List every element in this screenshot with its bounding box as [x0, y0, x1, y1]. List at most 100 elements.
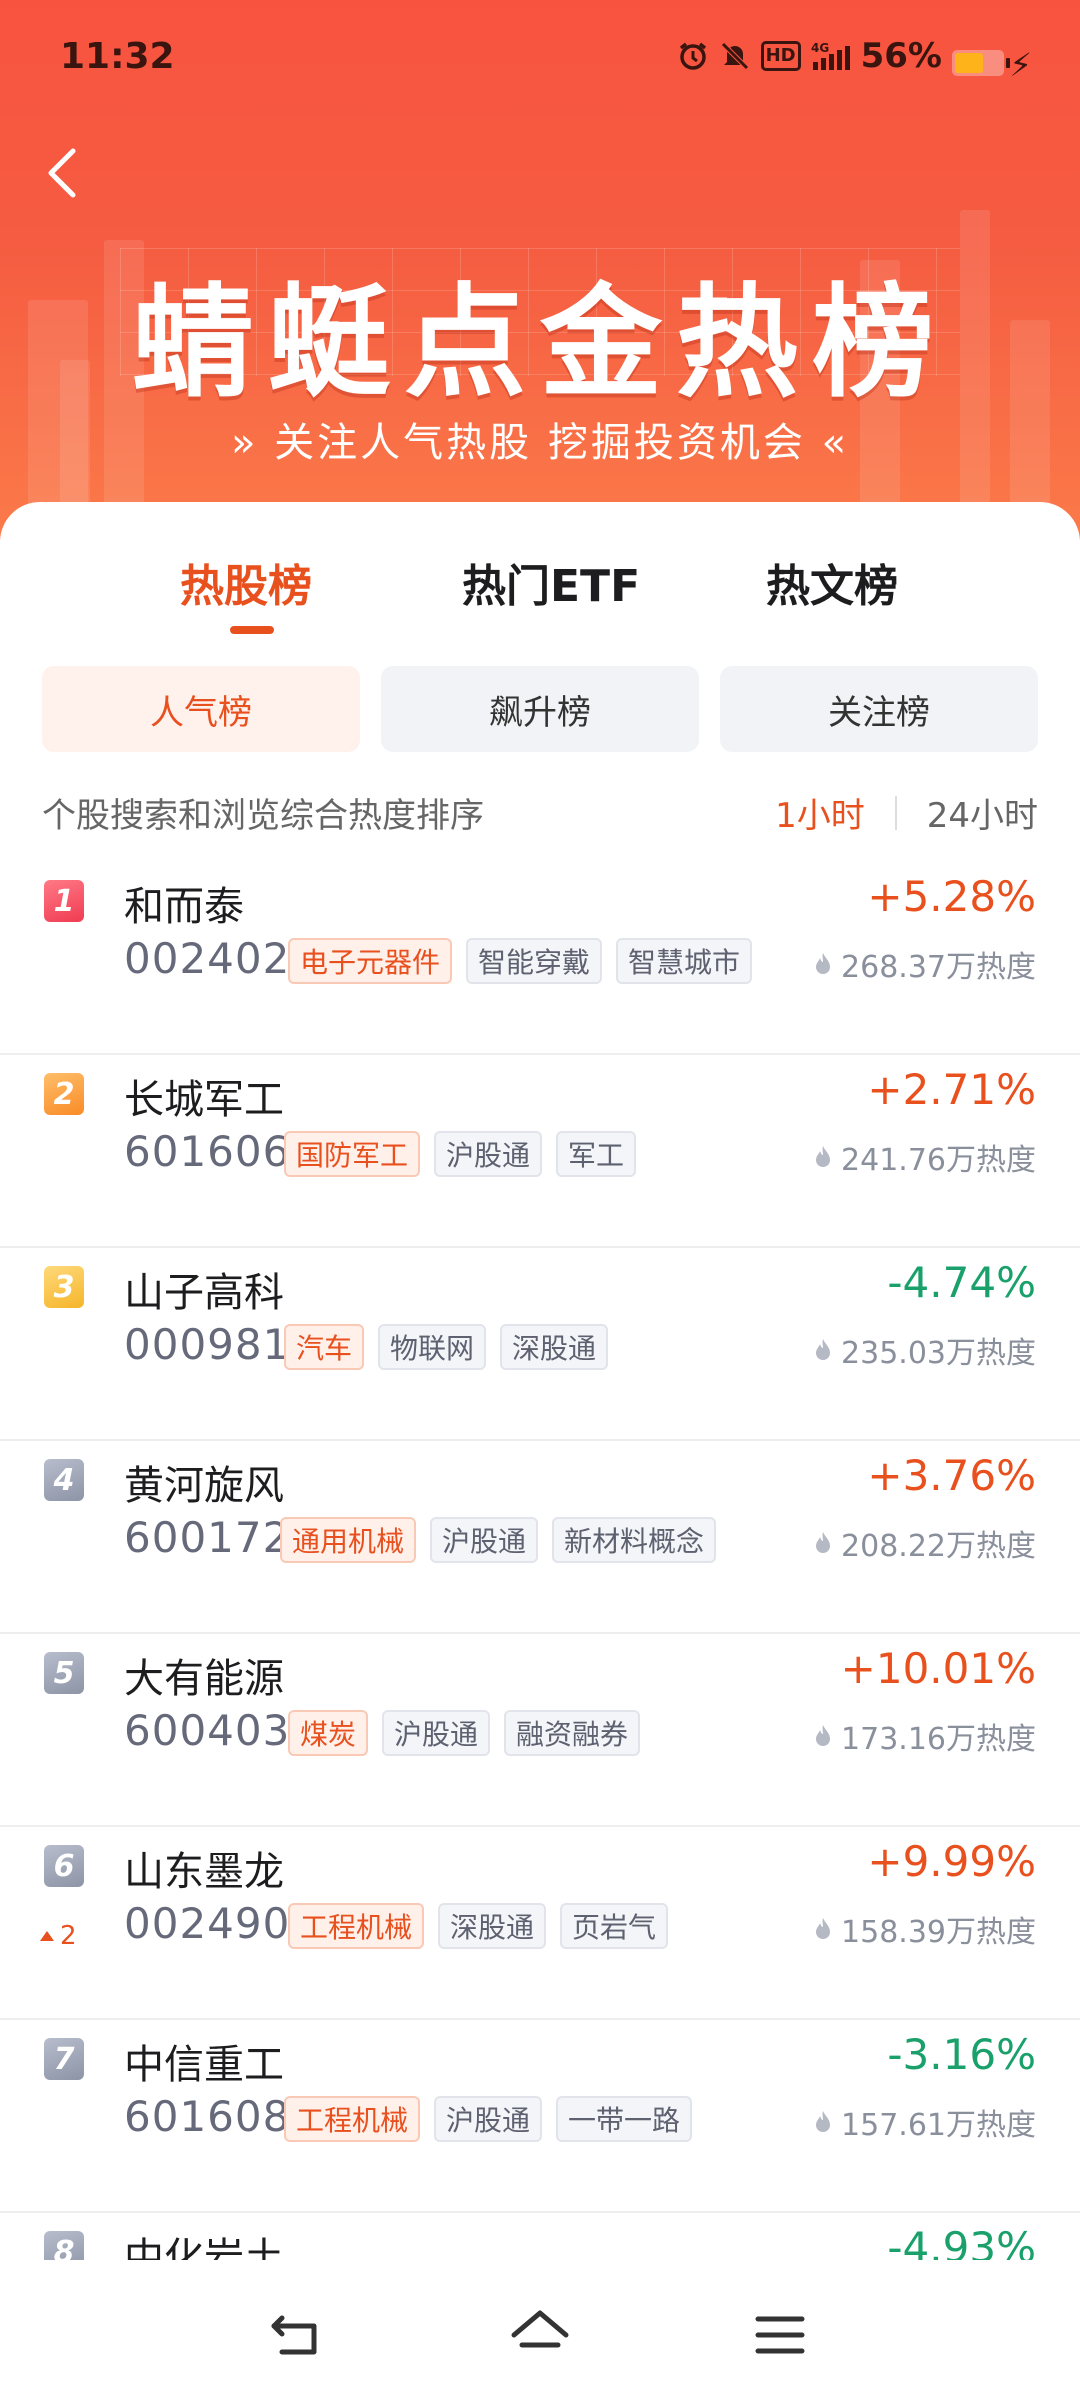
- home-icon: [511, 2310, 569, 2348]
- stock-tags: 工程机械 沪股通 一带一路: [284, 2096, 693, 2142]
- battery-percent: 56%: [860, 36, 942, 76]
- status-icons: HD 4G 56%: [677, 36, 942, 76]
- heat-value: 208.22万热度: [813, 1521, 1036, 1565]
- heat-text: 157.61万热度: [841, 2108, 1036, 2143]
- industry-tag[interactable]: 国防军工: [284, 1131, 421, 1177]
- price-change: +2.71%: [867, 1065, 1036, 1114]
- heat-value: 158.39万热度: [813, 1907, 1036, 1951]
- concept-tag[interactable]: 页岩气: [560, 1903, 669, 1949]
- concept-tag[interactable]: 沪股通: [382, 1710, 491, 1756]
- stock-row[interactable]: 7 中信重工 601608 工程机械 沪股通 一带一路 -3.16% 157.61万热度: [0, 2020, 1080, 2213]
- subtab-rising[interactable]: 飙升榜: [381, 666, 699, 752]
- tab-hot-etf[interactable]: 热门ETF: [462, 550, 640, 614]
- concept-tag[interactable]: 深股通: [438, 1903, 547, 1949]
- back-button[interactable]: [28, 138, 98, 208]
- flame-icon: [816, 1146, 831, 1167]
- concept-tag[interactable]: 智慧城市: [616, 938, 753, 984]
- ranking-description-row: 个股搜索和浏览综合热度排序 1小时 24小时: [42, 788, 1038, 838]
- heat-text: 173.16万热度: [841, 1722, 1036, 1757]
- concept-tag[interactable]: 沪股通: [430, 1517, 539, 1563]
- rank-badge: 5: [44, 1652, 84, 1694]
- stock-code: 000981: [124, 1320, 291, 1369]
- rank-change-indicator: 2: [40, 1921, 77, 1951]
- stock-row[interactable]: 6 2 山东墨龙 002490 工程机械 深股通 页岩气 +9.99% 158.39万热度: [0, 1827, 1080, 2020]
- heat-value: 173.16万热度: [813, 1714, 1036, 1758]
- stock-row[interactable]: 4 黄河旋风 600172 通用机械 沪股通 新材料概念 +3.76% 208.22万热度: [0, 1441, 1080, 1634]
- rank-badge: 6: [44, 1845, 84, 1887]
- price-change: -3.16%: [887, 2030, 1036, 2079]
- industry-tag[interactable]: 电子元器件: [288, 938, 453, 984]
- subtab-watch[interactable]: 关注榜: [720, 666, 1038, 752]
- rank-badge: 2: [44, 1073, 84, 1115]
- industry-tag[interactable]: 工程机械: [288, 1903, 425, 1949]
- heat-value: 268.37万热度: [813, 942, 1036, 986]
- concept-tag[interactable]: 智能穿戴: [466, 938, 603, 984]
- price-change: +3.76%: [867, 1451, 1036, 1500]
- nav-back-button[interactable]: [258, 2300, 338, 2370]
- nav-menu-button[interactable]: [740, 2300, 820, 2370]
- concept-tag[interactable]: 沪股通: [434, 1131, 543, 1177]
- rank-change-value: 2: [60, 1921, 77, 1951]
- banner-title: 蜻蜓点金热榜: [132, 272, 948, 414]
- stock-tags: 工程机械 深股通 页岩气: [288, 1903, 669, 1949]
- heat-text: 208.22万热度: [841, 1529, 1036, 1564]
- charging-icon: ⚡: [1009, 46, 1032, 84]
- sub-tabs: 人气榜 飙升榜 关注榜: [42, 666, 1038, 752]
- concept-tag[interactable]: 军工: [556, 1131, 637, 1177]
- industry-tag[interactable]: 工程机械: [284, 2096, 421, 2142]
- status-time: 11:32: [60, 36, 175, 77]
- stock-code: 601608: [124, 2092, 291, 2141]
- industry-tag[interactable]: 汽车: [284, 1324, 365, 1370]
- tab-hot-articles[interactable]: 热文榜: [766, 550, 898, 614]
- concept-tag[interactable]: 新材料概念: [552, 1517, 717, 1563]
- time-option-1h[interactable]: 1小时: [775, 788, 865, 837]
- stock-code: 601606: [124, 1127, 291, 1176]
- signal-icon: 4G: [811, 40, 851, 72]
- price-change: +5.28%: [867, 872, 1036, 921]
- stock-code: 600403: [124, 1706, 291, 1755]
- stock-tags: 汽车 物联网 深股通: [284, 1324, 609, 1370]
- heat-value: 157.61万热度: [813, 2100, 1036, 2144]
- rank-badge: 7: [44, 2038, 84, 2080]
- rank-badge: 3: [44, 1266, 84, 1308]
- alarm-icon: [677, 40, 709, 72]
- header-banner: 11:32 HD 4G 56% ⚡ 蜻蜓点金热榜 » 关注人气热股 挖掘投资机会…: [0, 0, 1080, 540]
- system-nav-bar: [0, 2260, 1080, 2408]
- flame-icon: [816, 2111, 831, 2132]
- flame-icon: [816, 1532, 831, 1553]
- heat-value: 241.76万热度: [813, 1135, 1036, 1179]
- price-change: +9.99%: [867, 1837, 1036, 1886]
- price-change: +10.01%: [840, 1644, 1036, 1693]
- concept-tag[interactable]: 融资融券: [504, 1710, 641, 1756]
- nav-home-button[interactable]: [500, 2300, 580, 2370]
- concept-tag[interactable]: 物联网: [378, 1324, 487, 1370]
- stock-tags: 煤炭 沪股通 融资融券: [288, 1710, 641, 1756]
- stock-row[interactable]: 2 长城军工 601606 国防军工 沪股通 军工 +2.71% 241.76万热度: [0, 1055, 1080, 1248]
- concept-tag[interactable]: 深股通: [500, 1324, 609, 1370]
- banner-subtitle: » 关注人气热股 挖掘投资机会 «: [230, 420, 850, 466]
- concept-tag[interactable]: 沪股通: [434, 2096, 543, 2142]
- price-change: -4.74%: [887, 1258, 1036, 1307]
- stock-name: 和而泰: [124, 884, 244, 930]
- industry-tag[interactable]: 通用机械: [280, 1517, 417, 1563]
- flame-icon: [816, 1725, 831, 1746]
- stock-code: 002402: [124, 934, 291, 983]
- status-bar: 11:32 HD 4G 56% ⚡: [0, 0, 1080, 120]
- stock-tags: 电子元器件 智能穿戴 智慧城市: [288, 938, 753, 984]
- stock-name: 山东墨龙: [124, 1849, 284, 1895]
- arrow-up-icon: [40, 1931, 54, 1941]
- subtab-popularity[interactable]: 人气榜: [42, 666, 360, 752]
- time-option-24h[interactable]: 24小时: [927, 788, 1038, 837]
- menu-icon: [755, 2316, 805, 2354]
- chevron-left-icon: [48, 148, 76, 198]
- hd-icon: HD: [760, 41, 801, 71]
- stock-row[interactable]: 1 和而泰 002402 电子元器件 智能穿戴 智慧城市 +5.28% 268.37万热度: [0, 862, 1080, 1055]
- industry-tag[interactable]: 煤炭: [288, 1710, 369, 1756]
- stock-row[interactable]: 3 山子高科 000981 汽车 物联网 深股通 -4.74% 235.03万热度: [0, 1248, 1080, 1441]
- heat-text: 241.76万热度: [841, 1143, 1036, 1178]
- concept-tag[interactable]: 一带一路: [556, 2096, 693, 2142]
- tab-hot-stocks[interactable]: 热股榜: [180, 550, 312, 614]
- flame-icon: [816, 1918, 831, 1939]
- stock-row[interactable]: 5 大有能源 600403 煤炭 沪股通 融资融券 +10.01% 173.16万热度: [0, 1634, 1080, 1827]
- stock-name: 长城军工: [124, 1077, 284, 1123]
